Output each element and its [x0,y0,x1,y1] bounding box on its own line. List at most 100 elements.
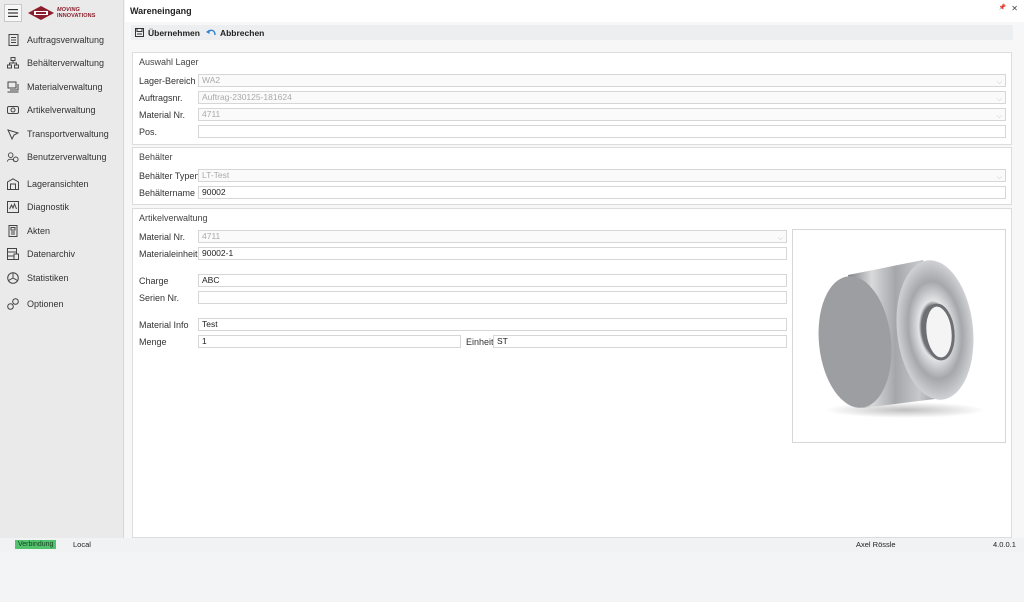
article-image [792,229,1006,443]
sidebar-item-behaelterverwaltung[interactable]: Behälterverwaltung [0,52,123,76]
transport-icon [7,128,19,140]
row-material-info: Material Info [139,318,197,331]
menge-input[interactable]: 1 [198,335,461,348]
window-titlebar: Wareneingang [125,0,1024,22]
cancel-button-label: Abbrechen [219,27,265,38]
serien-nr-input[interactable] [198,291,787,304]
artikel-material-nr-label: Material Nr. [139,231,186,242]
sidebar-item-datenarchiv[interactable]: Datenarchiv [0,243,123,267]
sidebar-item-label: Lageransichten [27,178,89,189]
cancel-button[interactable]: Abbrechen [205,27,265,38]
auftragsnr-value: Auftrag-230125-181624 [202,92,292,102]
sidebar-item-optionen[interactable]: Optionen [0,293,123,317]
group-title: Artikelverwaltung [139,213,208,223]
menge-value: 1 [202,336,207,346]
group-title: Auswahl Lager [139,57,199,67]
lager-bereich-label: Lager-Bereich [139,75,196,86]
charge-label: Charge [139,275,169,286]
files-icon [7,224,19,237]
article-icon [7,104,19,116]
sidebar-item-label: Behälterverwaltung [27,58,105,69]
sidebar-item-diagnostik[interactable]: Diagnostik [0,196,123,220]
pin-icon[interactable]: 📌 [999,4,1006,13]
connection-mode: Local [73,540,91,549]
container-hierarchy-icon [7,57,19,69]
row-serien-nr: Serien Nr. [139,291,197,304]
sidebar-item-benutzerverwaltung[interactable]: Benutzerverwaltung [0,146,123,170]
row-behaelter-typen: Behälter Typen [139,169,200,182]
apply-button[interactable]: Übernehmen [135,28,200,38]
sidebar-item-label: Optionen [27,299,64,310]
materialeinheit-input[interactable]: 90002-1 [198,247,787,260]
undo-icon [205,29,216,35]
behaelter-typen-label: Behälter Typen [139,170,200,181]
behaelter-typen-value: LT-Test [202,170,230,180]
sidebar-item-label: Auftragsverwaltung [27,34,105,45]
charge-input[interactable]: ABC [198,274,787,287]
brand-text: MOVING INNOVATIONS [57,7,95,19]
sidebar-item-artikelverwaltung[interactable]: Artikelverwaltung [0,99,123,123]
materialeinheit-value: 90002-1 [202,248,234,258]
row-pos: Pos. [139,125,197,138]
sidebar-item-label: Datenarchiv [27,249,76,260]
auftragsnr-select[interactable]: Auftrag-230125-181624 ⌵ [198,91,1006,104]
sidebar-item-transportverwaltung[interactable]: Transportverwaltung [0,122,123,146]
toolbar: Übernehmen Abbrechen [131,25,1013,40]
sidebar: MOVING INNOVATIONS Auftragsverwaltung Be… [0,0,124,538]
row-behaeltername: Behältername [139,186,197,199]
chevron-down-icon: ⌵ [777,235,783,242]
material-info-input[interactable]: Test [198,318,787,331]
connection-status-badge: Verbindung [15,540,57,549]
row-lager-bereich: Lager-Bereich [139,74,197,87]
app-version: 4.0.0.1 [993,540,1016,549]
group-auswahl-lager: Auswahl Lager Lager-Bereich WA2 ⌵ Auftra… [132,52,1012,145]
behaeltername-input[interactable]: 90002 [198,186,1006,199]
group-behaelter: Behälter Behälter Typen LT-Test ⌵ Behält… [132,147,1012,205]
pos-input[interactable] [198,125,1006,138]
lager-bereich-value: WA2 [202,75,221,85]
material-nr-select[interactable]: 4711 ⌵ [198,108,1006,121]
options-icon [7,298,19,311]
chevron-down-icon: ⌵ [996,113,1002,120]
sidebar-header: MOVING INNOVATIONS [0,0,123,26]
auftragsnr-label: Auftragsnr. [139,92,183,103]
status-bar: Verbindung Local Axel Rössle 4.0.0.1 [0,538,1024,552]
brand-emblem-icon [28,6,54,20]
sidebar-item-materialverwaltung[interactable]: Materialverwaltung [0,75,123,99]
sidebar-item-akten[interactable]: Akten [0,219,123,243]
archive-icon [7,248,19,261]
row-artikel-material-nr: Material Nr. [139,230,197,243]
sidebar-item-auftragsverwaltung[interactable]: Auftragsverwaltung [0,28,123,52]
group-artikelverwaltung: Artikelverwaltung Material Nr. 4711 ⌵ Ma… [132,208,1012,538]
row-auftragsnr: Auftragsnr. [139,91,197,104]
sidebar-item-label: Diagnostik [27,202,70,213]
current-user: Axel Rössle [856,540,896,549]
row-materialeinheit: Materialeinheit [139,247,198,260]
behaeltername-label: Behältername [139,187,196,198]
menge-label: Menge [139,336,167,347]
group-title: Behälter [139,152,173,162]
page-title: Wareneingang [130,6,192,16]
einheit-input[interactable]: ST [493,335,787,348]
lager-bereich-select[interactable]: WA2 ⌵ [198,74,1006,87]
hamburger-icon [8,9,18,17]
einheit-value: ST [497,336,508,346]
behaeltername-value: 90002 [202,187,226,197]
artikel-material-nr-select[interactable]: 4711 ⌵ [198,230,787,243]
pos-label: Pos. [139,126,158,137]
sidebar-item-label: Akten [27,225,51,236]
close-icon[interactable]: ✕ [1011,4,1018,13]
chevron-down-icon: ⌵ [996,96,1002,103]
document-list-icon [7,33,19,46]
warehouse-icon [7,177,19,190]
sidebar-item-label: Benutzerverwaltung [27,152,107,163]
sidebar-item-lageransichten[interactable]: Lageransichten [0,172,123,196]
behaelter-typen-select[interactable]: LT-Test ⌵ [198,169,1006,182]
sidebar-item-statistiken[interactable]: Statistiken [0,266,123,290]
chevron-down-icon: ⌵ [996,79,1002,86]
sidebar-item-label: Transportverwaltung [27,128,109,139]
sidebar-item-label: Materialverwaltung [27,81,103,92]
pie-chart-icon [7,271,19,284]
menu-toggle-button[interactable] [4,4,22,22]
material-nr-value: 4711 [202,109,221,119]
